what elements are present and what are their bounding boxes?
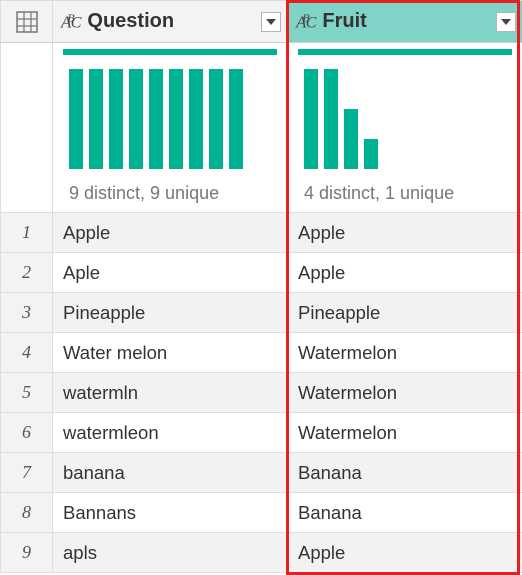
distribution-bar (129, 69, 143, 169)
quality-bar (63, 49, 277, 55)
row-number[interactable]: 3 (1, 293, 53, 333)
cell-fruit[interactable]: Watermelon (288, 333, 522, 373)
column-profile-fruit[interactable]: 4 distinct, 1 unique (288, 43, 522, 213)
table-row[interactable]: 6watermleonWatermelon (1, 413, 522, 453)
cell-question[interactable]: Pineapple (53, 293, 288, 333)
table-row[interactable]: 4Water melonWatermelon (1, 333, 522, 373)
row-number[interactable]: 8 (1, 493, 53, 533)
table-row[interactable]: 8BannansBanana (1, 493, 522, 533)
column-profile-question[interactable]: 9 distinct, 9 unique (53, 43, 288, 213)
cell-fruit[interactable]: Apple (288, 533, 522, 573)
select-all-corner[interactable] (1, 1, 53, 43)
cell-fruit[interactable]: Watermelon (288, 413, 522, 453)
cell-question[interactable]: watermln (53, 373, 288, 413)
column-header-fruit[interactable]: ABC Fruit (288, 1, 522, 43)
distribution-bar (229, 69, 243, 169)
cell-question[interactable]: Apple (53, 213, 288, 253)
cell-fruit[interactable]: Apple (288, 213, 522, 253)
distribution-bar (69, 69, 83, 169)
table-row[interactable]: 9aplsApple (1, 533, 522, 573)
distribution-chart (63, 69, 277, 169)
table-row[interactable]: 5watermlnWatermelon (1, 373, 522, 413)
table-row[interactable]: 3PineapplePineapple (1, 293, 522, 333)
cell-question[interactable]: Water melon (53, 333, 288, 373)
distribution-bar (209, 69, 223, 169)
profile-gutter (1, 43, 53, 213)
row-number[interactable]: 7 (1, 453, 53, 493)
column-name: Fruit (322, 10, 490, 33)
distribution-bar (189, 69, 203, 169)
chevron-down-icon (501, 19, 511, 25)
query-preview-grid: ABC Question ABC Fruit (0, 0, 522, 575)
text-type-icon: ABC (296, 11, 316, 32)
cell-fruit[interactable]: Apple (288, 253, 522, 293)
distribution-bar (304, 69, 318, 169)
cell-question[interactable]: Aple (53, 253, 288, 293)
row-number[interactable]: 6 (1, 413, 53, 453)
row-number[interactable]: 9 (1, 533, 53, 573)
cell-fruit[interactable]: Watermelon (288, 373, 522, 413)
cell-fruit[interactable]: Banana (288, 493, 522, 533)
row-number[interactable]: 2 (1, 253, 53, 293)
row-number[interactable]: 1 (1, 213, 53, 253)
distribution-bar (324, 69, 338, 169)
cell-question[interactable]: watermleon (53, 413, 288, 453)
table-row[interactable]: 7bananaBanana (1, 453, 522, 493)
cell-fruit[interactable]: Pineapple (288, 293, 522, 333)
distribution-bar (109, 69, 123, 169)
table-row[interactable]: 2ApleApple (1, 253, 522, 293)
column-filter-dropdown[interactable] (496, 12, 516, 32)
table-icon (16, 11, 38, 33)
cell-question[interactable]: apls (53, 533, 288, 573)
data-table: ABC Question ABC Fruit (0, 0, 522, 573)
cell-question[interactable]: Bannans (53, 493, 288, 533)
chevron-down-icon (266, 19, 276, 25)
column-name: Question (87, 10, 255, 33)
table-row[interactable]: 1AppleApple (1, 213, 522, 253)
column-filter-dropdown[interactable] (261, 12, 281, 32)
header-row: ABC Question ABC Fruit (1, 1, 522, 43)
text-type-icon: ABC (61, 11, 81, 32)
distribution-chart (298, 69, 512, 169)
distribution-bar (89, 69, 103, 169)
distribution-bar (364, 139, 378, 169)
distribution-bar (344, 109, 358, 169)
profile-caption: 9 distinct, 9 unique (63, 183, 277, 204)
cell-fruit[interactable]: Banana (288, 453, 522, 493)
profile-caption: 4 distinct, 1 unique (298, 183, 512, 204)
distribution-bar (149, 69, 163, 169)
row-number[interactable]: 5 (1, 373, 53, 413)
column-header-question[interactable]: ABC Question (53, 1, 288, 43)
cell-question[interactable]: banana (53, 453, 288, 493)
row-number[interactable]: 4 (1, 333, 53, 373)
distribution-bar (169, 69, 183, 169)
quality-bar (298, 49, 512, 55)
column-profile-row: 9 distinct, 9 unique 4 distinct, 1 uniqu… (1, 43, 522, 213)
